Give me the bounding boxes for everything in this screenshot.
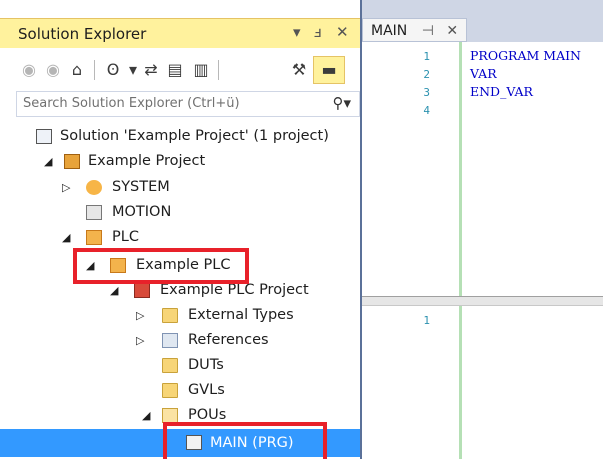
editor-tabstrip: MAIN ⊣ ✕: [362, 18, 603, 42]
change-margin: [436, 306, 462, 459]
ide-window: Solution Explorer ▾ ⅎ ✕ ◉ ◉ ⌂ ʘ ▾ ⇄ ▤ ▥ …: [0, 0, 603, 459]
pin-icon[interactable]: ⅎ: [314, 23, 322, 41]
forward-icon[interactable]: ◉: [42, 59, 64, 81]
tree-item-duts[interactable]: DUTs: [0, 353, 360, 378]
tree-item-external-types[interactable]: ▷ External Types: [0, 303, 360, 328]
tab-main[interactable]: MAIN ⊣ ✕: [362, 18, 468, 42]
line-number: 1: [423, 50, 430, 63]
tree-item-plc[interactable]: ◢ PLC: [0, 225, 360, 250]
tree-item-label: PLC: [112, 229, 139, 245]
tree-item-references[interactable]: ▷ References: [0, 328, 360, 353]
pane-splitter[interactable]: [362, 296, 603, 306]
project-icon: [64, 154, 80, 169]
refresh-icon[interactable]: ⇄: [140, 59, 162, 81]
expanded-arrow-icon[interactable]: ◢: [62, 225, 70, 250]
collapsed-arrow-icon[interactable]: ▷: [62, 175, 70, 200]
tree-item-motion[interactable]: MOTION: [0, 200, 360, 225]
folder-icon: [162, 383, 178, 398]
toolbar-divider: [94, 60, 95, 80]
change-margin: [436, 42, 462, 296]
solution-explorer-panel: Solution Explorer ▾ ⅎ ✕ ◉ ◉ ⌂ ʘ ▾ ⇄ ▤ ▥ …: [0, 0, 362, 459]
tab-label: MAIN: [371, 23, 408, 39]
code-editor-panel: MAIN ⊣ ✕ 1 2 3 4 PROGRAM MAIN VAR END_VA…: [362, 0, 603, 459]
solution-explorer-titlebar: Solution Explorer ▾ ⅎ ✕: [0, 18, 360, 48]
motion-icon: [86, 205, 102, 220]
tree-item-label: References: [188, 332, 269, 348]
explorer-toolbar: ◉ ◉ ⌂ ʘ ▾ ⇄ ▤ ▥ ⚒ ▬: [0, 52, 360, 88]
search-icon[interactable]: ⚲▾: [332, 94, 351, 112]
folder-icon: [162, 308, 178, 323]
tree-item-label: External Types: [188, 307, 294, 323]
folder-icon: [162, 358, 178, 373]
tree-item-solution[interactable]: Solution 'Example Project' (1 project): [0, 124, 360, 149]
line-number: 3: [423, 86, 430, 99]
expanded-arrow-icon[interactable]: ◢: [44, 149, 52, 174]
sync-icon[interactable]: ʘ: [102, 59, 124, 81]
folder-open-icon: [162, 408, 178, 423]
plc-project-icon: [134, 283, 150, 298]
tree-item-label: SYSTEM: [112, 179, 170, 195]
tree-item-label: DUTs: [188, 357, 224, 373]
line-number: 1: [423, 314, 430, 327]
expanded-arrow-icon[interactable]: ◢: [142, 403, 150, 428]
tree-item-label: MOTION: [112, 204, 172, 220]
code-line[interactable]: VAR: [470, 66, 497, 81]
highlight-box: [163, 422, 327, 459]
system-icon: [86, 180, 102, 195]
properties-icon[interactable]: ⚒: [288, 59, 310, 81]
back-icon[interactable]: ◉: [18, 59, 40, 81]
solution-tree: Solution 'Example Project' (1 project) ◢…: [0, 120, 360, 459]
collapsed-arrow-icon[interactable]: ▷: [136, 328, 144, 353]
tree-item-label: GVLs: [188, 382, 225, 398]
tree-item-gvls[interactable]: GVLs: [0, 378, 360, 403]
line-number: 4: [423, 104, 430, 117]
tree-item-example-project[interactable]: ◢ Example Project: [0, 149, 360, 174]
tree-item-system[interactable]: ▷ SYSTEM: [0, 175, 360, 200]
home-icon[interactable]: ⌂: [66, 59, 88, 81]
declaration-pane[interactable]: 1 2 3 4 PROGRAM MAIN VAR END_VAR: [362, 42, 603, 296]
show-all-files-icon[interactable]: ▥: [190, 59, 212, 81]
code-line[interactable]: PROGRAM MAIN: [470, 48, 581, 63]
line-number-gutter: 1: [362, 306, 436, 459]
references-icon: [162, 333, 178, 348]
line-number: 2: [423, 68, 430, 81]
pin-icon[interactable]: ⊣: [422, 23, 434, 39]
collapsed-arrow-icon[interactable]: ▷: [136, 303, 144, 328]
solution-icon: [36, 129, 52, 144]
panel-title: Solution Explorer: [18, 25, 147, 43]
close-icon[interactable]: ✕: [446, 23, 458, 39]
toolbar-divider: [218, 60, 219, 80]
collapse-all-icon[interactable]: ▤: [164, 59, 186, 81]
chevron-down-icon[interactable]: ▾: [293, 23, 301, 41]
line-number-gutter: 1 2 3 4: [362, 42, 436, 296]
search-box[interactable]: Search Solution Explorer (Ctrl+ü) ⚲▾: [16, 91, 360, 117]
implementation-pane[interactable]: 1: [362, 306, 603, 459]
preview-icon: ▬: [321, 60, 337, 79]
code-line[interactable]: END_VAR: [470, 84, 533, 99]
highlight-box: [73, 248, 249, 284]
tree-item-label: Solution 'Example Project' (1 project): [60, 128, 329, 144]
plc-icon: [86, 230, 102, 245]
close-icon[interactable]: ✕: [336, 23, 349, 41]
tree-item-label: Example Project: [88, 153, 206, 169]
search-input[interactable]: Search Solution Explorer (Ctrl+ü): [23, 96, 240, 111]
